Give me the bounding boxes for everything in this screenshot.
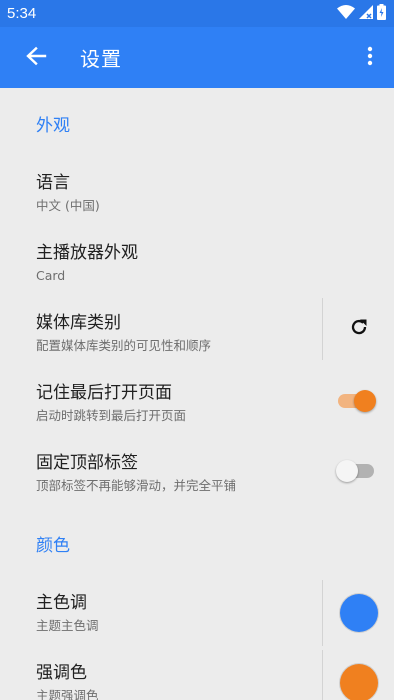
- section-header-colors: 颜色: [36, 535, 70, 556]
- more-options-button[interactable]: [350, 30, 390, 86]
- pref-accent-color[interactable]: 强调色 主题强调色: [0, 648, 394, 700]
- status-icons: [337, 3, 386, 24]
- wifi-icon: [337, 4, 355, 23]
- pref-title: 主播放器外观: [36, 242, 138, 263]
- battery-icon: [377, 3, 386, 24]
- page-title: 设置: [80, 47, 122, 71]
- primary-color-swatch: [339, 594, 378, 632]
- pref-title: 语言: [36, 172, 70, 193]
- settings-list[interactable]: 外观 语言 中文 (中国) 主播放器外观 Card 媒体库类别 配置媒体库类别的…: [0, 88, 394, 700]
- section-header-appearance: 外观: [36, 115, 70, 136]
- more-vert-icon: [367, 46, 373, 70]
- reset-button[interactable]: [323, 298, 394, 360]
- pref-fixed-tabs[interactable]: 固定顶部标签 顶部标签不再能够滑动，并完全平铺: [0, 438, 394, 508]
- pref-summary: Card: [36, 267, 66, 283]
- pref-remember-last-page[interactable]: 记住最后打开页面 启动时跳转到最后打开页面: [0, 368, 394, 438]
- status-time: 5:34: [7, 5, 37, 22]
- pref-language[interactable]: 语言 中文 (中国): [0, 158, 394, 228]
- pref-primary-color[interactable]: 主色调 主题主色调: [0, 578, 394, 648]
- remember-last-page-switch[interactable]: [338, 388, 376, 412]
- primary-color-swatch-button[interactable]: [323, 580, 394, 646]
- pref-library-categories[interactable]: 媒体库类别 配置媒体库类别的可见性和顺序: [0, 298, 394, 368]
- pref-summary: 中文 (中国): [36, 197, 100, 213]
- back-button[interactable]: [8, 30, 64, 86]
- pref-player-appearance[interactable]: 主播放器外观 Card: [0, 228, 394, 298]
- accent-color-swatch: [339, 664, 378, 700]
- refresh-icon: [349, 317, 369, 341]
- status-bar: 5:34: [0, 0, 394, 27]
- arrow-back-icon: [25, 45, 47, 71]
- accent-color-swatch-button[interactable]: [323, 650, 394, 700]
- signal-icon: [359, 4, 373, 23]
- app-bar: 设置: [0, 27, 394, 88]
- fixed-tabs-switch[interactable]: [336, 458, 374, 482]
